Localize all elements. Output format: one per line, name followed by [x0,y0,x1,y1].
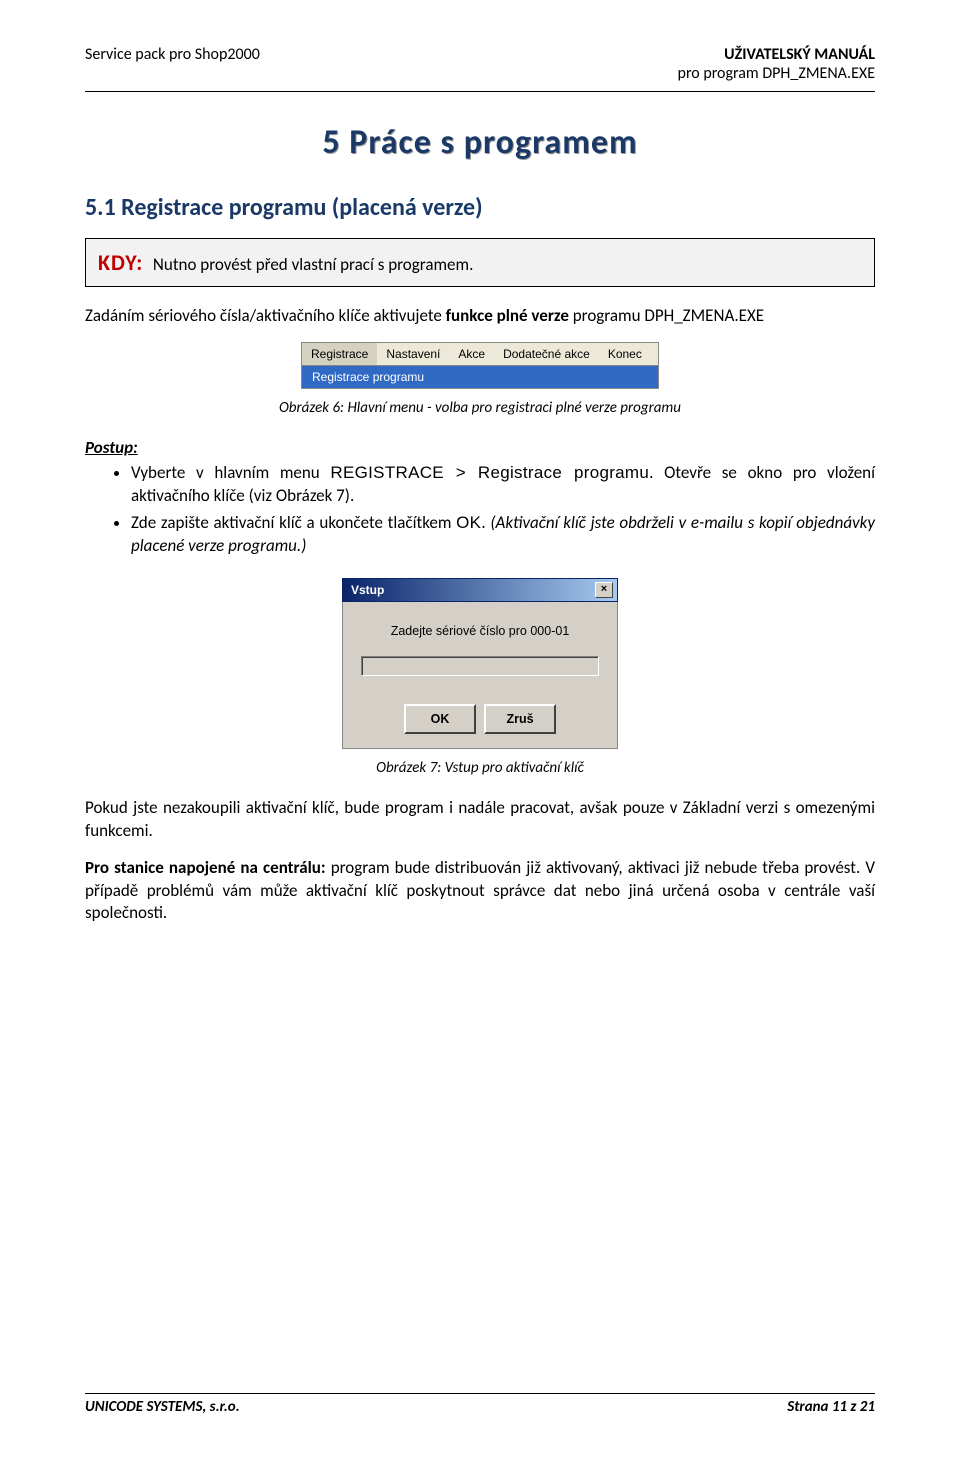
intro-bold: funkce plné verze [446,305,569,326]
serial-input[interactable] [361,656,599,676]
step-2-dot: . [481,512,490,533]
header-title: UŽIVATELSKÝ MANUÁL [678,45,875,64]
dialog-screenshot: Vstup × Zadejte sériové číslo pro 000-01… [342,578,618,749]
paragraph-no-key: Pokud jste nezakoupili aktivační klíč, b… [85,797,875,843]
menu-item-label: Dodatečné akce [503,347,590,361]
figure-6-caption: Obrázek 6: Hlavní menu - volba pro regis… [85,399,875,417]
chapter-heading: 5 Práce s programem [85,122,875,163]
cancel-button[interactable]: Zruš [484,704,556,734]
dialog-body: Zadejte sériové číslo pro 000-01 OK Zruš [342,602,618,749]
procedure-label: Postup: [85,437,875,458]
dialog-prompt: Zadejte sériové číslo pro 000-01 [361,624,599,638]
header-right: UŽIVATELSKÝ MANUÁL pro program DPH_ZMENA… [678,45,875,83]
intro-post: programu DPH_ZMENA.EXE [569,305,764,326]
header-subtitle: pro program DPH_ZMENA.EXE [678,64,875,83]
procedure-steps: Vyberte v hlavním menu REGISTRACE > Regi… [131,462,875,558]
page-header: Service pack pro Shop2000 UŽIVATELSKÝ MA… [85,45,875,83]
menu-screenshot: Registrace Nastavení Akce Dodatečné akce… [301,342,659,389]
menu-item-nastaveni[interactable]: Nastavení [377,343,449,365]
dialog-title: Vstup [351,583,384,597]
page-footer: UNICODE SYSTEMS, s.r.o. Strana 11 z 21 [85,1398,875,1416]
menu-item-label: Nastavení [386,347,440,361]
step-1: Vyberte v hlavním menu REGISTRACE > Regi… [131,462,875,508]
footer-page: Strana 11 z 21 [787,1398,875,1416]
para2-bold: Pro stanice napojené na centrálu: [85,857,326,878]
intro-paragraph: Zadáním sériového čísla/aktivačního klíč… [85,305,875,328]
intro-pre: Zadáním sériového čísla/aktivačního klíč… [85,305,446,326]
section-heading: 5.1 Registrace programu (placená verze) [85,193,875,222]
dropdown-item-registrace-programu[interactable]: Registrace programu [302,366,658,388]
dialog-titlebar: Vstup × [342,578,618,602]
close-button[interactable]: × [595,582,613,598]
menu-item-akce[interactable]: Akce [449,343,494,365]
menu-item-label: Konec [608,347,642,361]
when-label: KDY: [98,249,143,276]
menu-item-konec[interactable]: Konec [599,343,651,365]
step-2-mono: OK [456,513,481,532]
figure-7-caption: Obrázek 7: Vstup pro aktivační klíč [85,759,875,777]
menu-item-registrace[interactable]: Registrace [302,343,377,365]
step-2-pre: Zde zapište aktivační klíč a ukončete tl… [131,512,456,533]
menubar: Registrace Nastavení Akce Dodatečné akce… [301,342,659,366]
step-1-pre: Vyberte v hlavním menu [131,462,330,483]
menu-item-label: Akce [458,347,485,361]
dropdown-menu: Registrace programu [301,366,659,389]
menu-item-label: Registrace [311,347,368,361]
header-left: Service pack pro Shop2000 [85,45,260,83]
when-text: Nutno provést před vlastní prací s progr… [153,254,473,275]
dialog-button-row: OK Zruš [361,704,599,734]
paragraph-central: Pro stanice napojené na centrálu: progra… [85,857,875,926]
step-2: Zde zapište aktivační klíč a ukončete tl… [131,512,875,558]
ok-button[interactable]: OK [404,704,476,734]
footer-company: UNICODE SYSTEMS, s.r.o. [85,1398,240,1416]
step-1-mono: REGISTRACE > Registrace programu [330,463,649,482]
when-box: KDY: Nutno provést před vlastní prací s … [85,238,875,287]
footer-rule [85,1393,875,1394]
menu-item-dodatecne[interactable]: Dodatečné akce [494,343,599,365]
